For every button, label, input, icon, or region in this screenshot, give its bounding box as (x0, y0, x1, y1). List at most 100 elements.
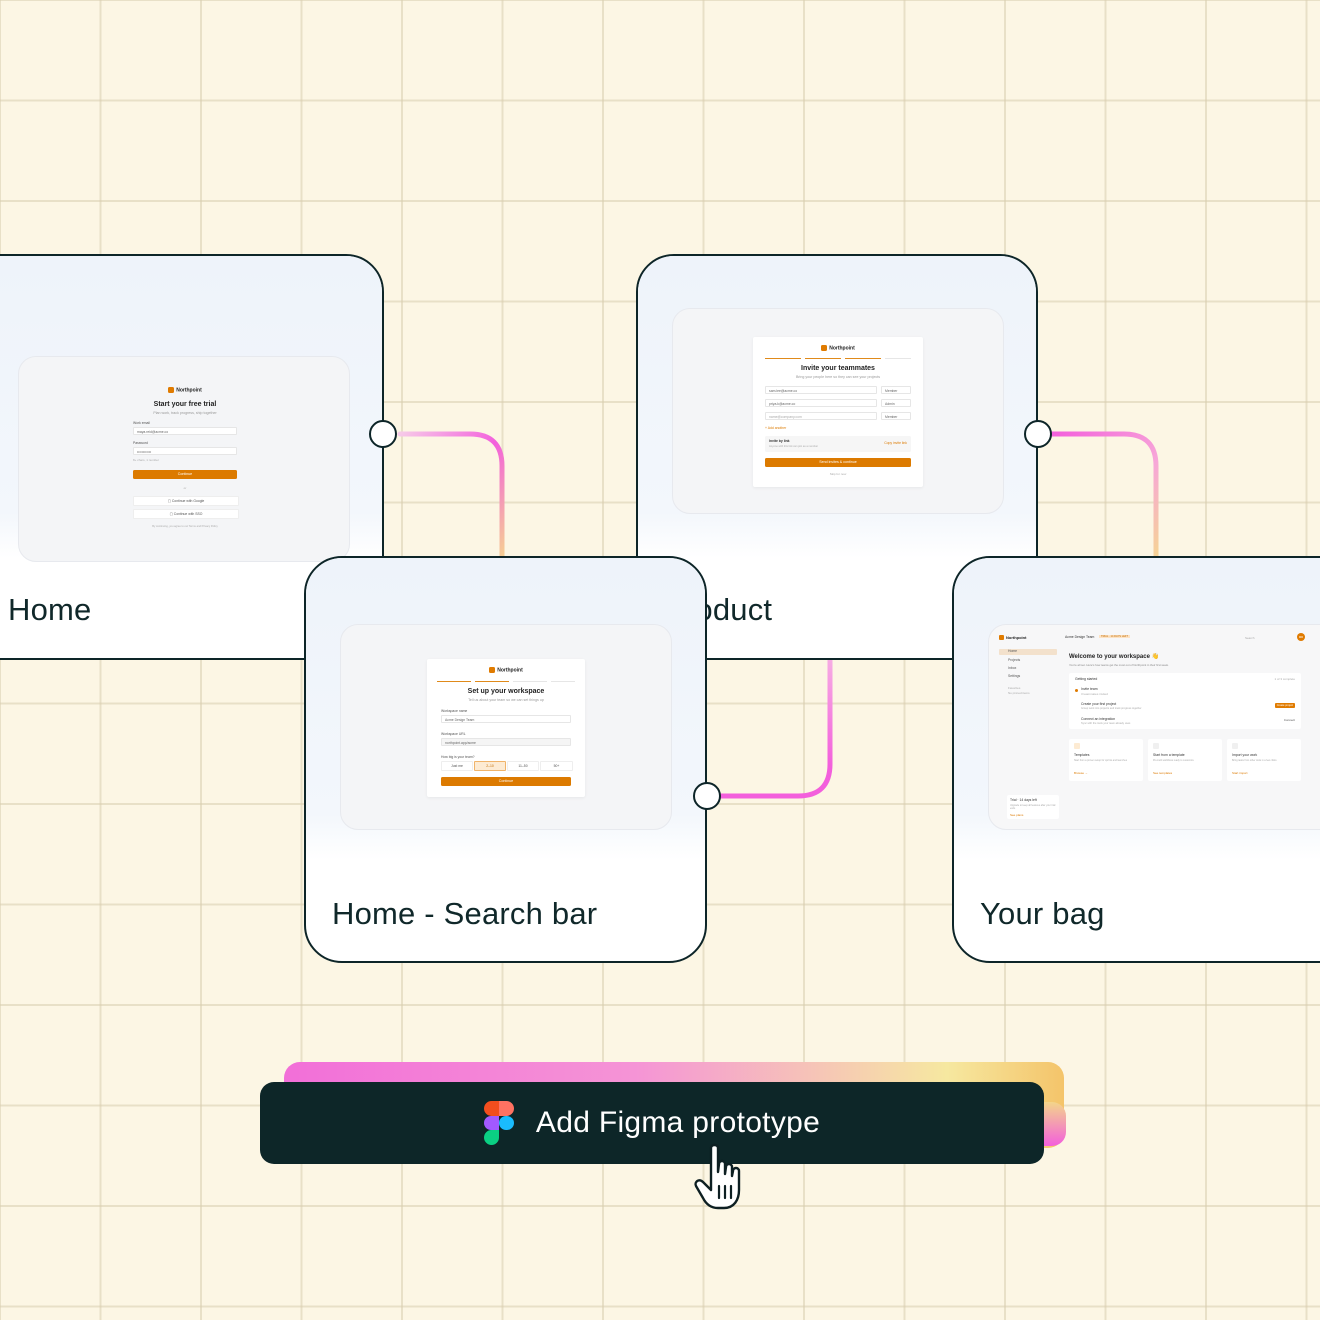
role-select[interactable]: Member (881, 386, 911, 394)
task-title: Connect an integration (1081, 717, 1116, 721)
password-field[interactable]: •••••••••••• (133, 447, 237, 455)
skip-link[interactable]: Skip for now (753, 472, 923, 476)
invite-link-title: Invite by link (769, 439, 790, 443)
card-label: Your bag (980, 896, 1105, 931)
sso-button[interactable]: ▢ Continue with SSO (133, 509, 239, 519)
brand-label: Northpoint (1006, 635, 1027, 640)
invite-link-subtitle: Anyone with this link can join as a memb… (769, 445, 819, 448)
progress-text: 1 of 3 complete (1274, 677, 1295, 681)
workspace-name-field[interactable]: Acme Design Team (441, 715, 571, 723)
getting-started-card: Getting started 1 of 3 complete Invite t… (1069, 673, 1301, 729)
invite-email-field[interactable]: sam.lee@acme.co (765, 386, 877, 394)
terms-text: By continuing, you agree to our Terms an… (152, 525, 218, 528)
tile-import[interactable]: Import your work Bring tasks from other … (1227, 739, 1301, 781)
invite-subtitle: Bring your people here so they can see y… (795, 375, 881, 379)
invite-title: Invite your teammates (801, 365, 875, 372)
screen-frame: Northpoint Set up your workspace Tell us… (340, 624, 672, 830)
size-option-11-50[interactable]: 11–50 (507, 761, 539, 771)
card-home-search-bar[interactable]: Northpoint Set up your workspace Tell us… (304, 556, 707, 963)
nav-item-home[interactable]: Home (999, 649, 1057, 655)
workspace-screen: Northpoint Set up your workspace Tell us… (427, 659, 585, 797)
email-label: Work email (133, 421, 150, 425)
northpoint-logo-icon (168, 387, 175, 393)
invite-email-field[interactable]: priya.k@acme.co (765, 399, 877, 407)
tile-start-from-template[interactable]: Start from a template Pre-built workflow… (1148, 739, 1222, 781)
trial-title: Start your free trial (153, 401, 217, 408)
team-name: Acme Design Team (1065, 635, 1095, 639)
tile-title: Templates (1074, 753, 1090, 757)
workspace-name-label: Workspace name (441, 709, 468, 713)
progress-step-2 (805, 358, 841, 359)
role-select[interactable]: Member (881, 412, 911, 420)
sso-label: Continue with SSO (173, 512, 203, 516)
cta-label: Add Figma prototype (535, 1106, 821, 1139)
template-icon (1074, 743, 1080, 749)
tile-link[interactable]: Browse → (1074, 771, 1088, 775)
import-icon (1232, 743, 1238, 749)
nav-item-inbox[interactable]: Inbox (1008, 666, 1016, 670)
invite-email-field[interactable]: name@company.com (765, 412, 877, 420)
tile-text: Start from a proven setup for sprints an… (1074, 759, 1128, 762)
connection-node-search-bar[interactable] (693, 782, 721, 810)
avatar[interactable]: MR (1297, 633, 1305, 641)
progress-step-2 (475, 681, 509, 682)
tile-link[interactable]: Start import (1232, 771, 1248, 775)
nav-item-settings[interactable]: Settings (1008, 674, 1020, 678)
connection-node-product[interactable] (1024, 420, 1052, 448)
workspace-url-label: Workspace URL (441, 732, 466, 736)
dashboard-screen: Northpoint Home Projects Inbox Settings … (995, 631, 1315, 825)
nav-empty-note: No pinned items (1008, 691, 1030, 695)
trial-banner-text: Upgrade to keep all features after your … (1010, 804, 1056, 810)
size-option-50-plus[interactable]: 50+ (540, 761, 573, 771)
send-invites-button[interactable]: Send invites & continue (765, 458, 911, 467)
size-option-2-10[interactable]: 2–10 (474, 761, 506, 771)
search-input[interactable]: Search (1245, 636, 1255, 640)
connection-node-home[interactable] (369, 420, 397, 448)
size-option-just-me[interactable]: Just me (441, 761, 473, 771)
create-project-button[interactable]: Create project (1274, 703, 1295, 708)
email-field[interactable]: maya.reid@acme.co (133, 427, 237, 435)
northpoint-logo-icon (999, 635, 1004, 641)
google-button[interactable]: ▢ Continue with Google (133, 496, 239, 506)
tile-link[interactable]: See templates (1153, 771, 1172, 775)
screen-frame: Northpoint Invite your teammates Bring y… (672, 308, 1004, 514)
role-select[interactable]: Admin (881, 399, 911, 407)
workspace-title: Set up your workspace (467, 688, 545, 695)
progress-step-3 (513, 681, 547, 682)
northpoint-logo-icon (489, 667, 496, 673)
password-hint: 8+ chars, 1 number (133, 458, 159, 462)
connector-search-to-product (717, 650, 833, 799)
add-figma-prototype-button[interactable]: Add Figma prototype (260, 1082, 1044, 1164)
tile-text: Bring tasks from other tools in a few cl… (1232, 759, 1277, 762)
tile-templates[interactable]: Templates Start from a proven setup for … (1069, 739, 1143, 781)
screen-frame: Northpoint Home Projects Inbox Settings … (988, 624, 1320, 830)
workspace-url-field[interactable]: northpoint.app/acme (441, 738, 571, 746)
card-label: Home - Search bar (332, 896, 598, 931)
tile-title: Start from a template (1153, 753, 1185, 757)
continue-button[interactable]: Continue (133, 470, 237, 479)
team-size-label: How big is your team? (441, 755, 475, 759)
connect-button[interactable]: Connect (1284, 718, 1295, 722)
copy-link-button[interactable]: Copy invite link (884, 441, 907, 445)
card-your-bag[interactable]: Northpoint Home Projects Inbox Settings … (952, 556, 1320, 963)
northpoint-logo-icon (821, 345, 828, 351)
workspace-subtitle: Tell us about your team so we can set th… (468, 698, 544, 702)
card-label: Home (8, 592, 92, 627)
hand-pointer-icon (694, 1143, 741, 1210)
invite-link-box: Invite by link Anyone with this link can… (765, 436, 911, 452)
trial-banner-title: Trial · 14 days left (1010, 798, 1037, 802)
nav-item-projects[interactable]: Projects (1008, 658, 1020, 662)
nav-section-favorites: Favorites (1008, 686, 1021, 690)
welcome-title: Welcome to your workspace 👋 (1069, 653, 1159, 660)
progress-step-4 (885, 358, 911, 359)
task-subtitle: 3 teammates invited (1081, 692, 1108, 696)
task-subtitle: Sync with the tools your team already us… (1081, 722, 1131, 725)
getting-started-title: Getting started (1075, 677, 1098, 681)
add-another-link[interactable]: + Add another (765, 426, 786, 430)
trial-screen: Northpoint Start your free trial Plan wo… (129, 381, 241, 537)
brand-name: Northpoint (176, 387, 202, 394)
brand-name: Northpoint (829, 345, 855, 352)
see-plans-link[interactable]: See plans (1010, 813, 1023, 817)
continue-button[interactable]: Continue (441, 777, 571, 786)
task-title: Create your first project (1081, 702, 1117, 706)
